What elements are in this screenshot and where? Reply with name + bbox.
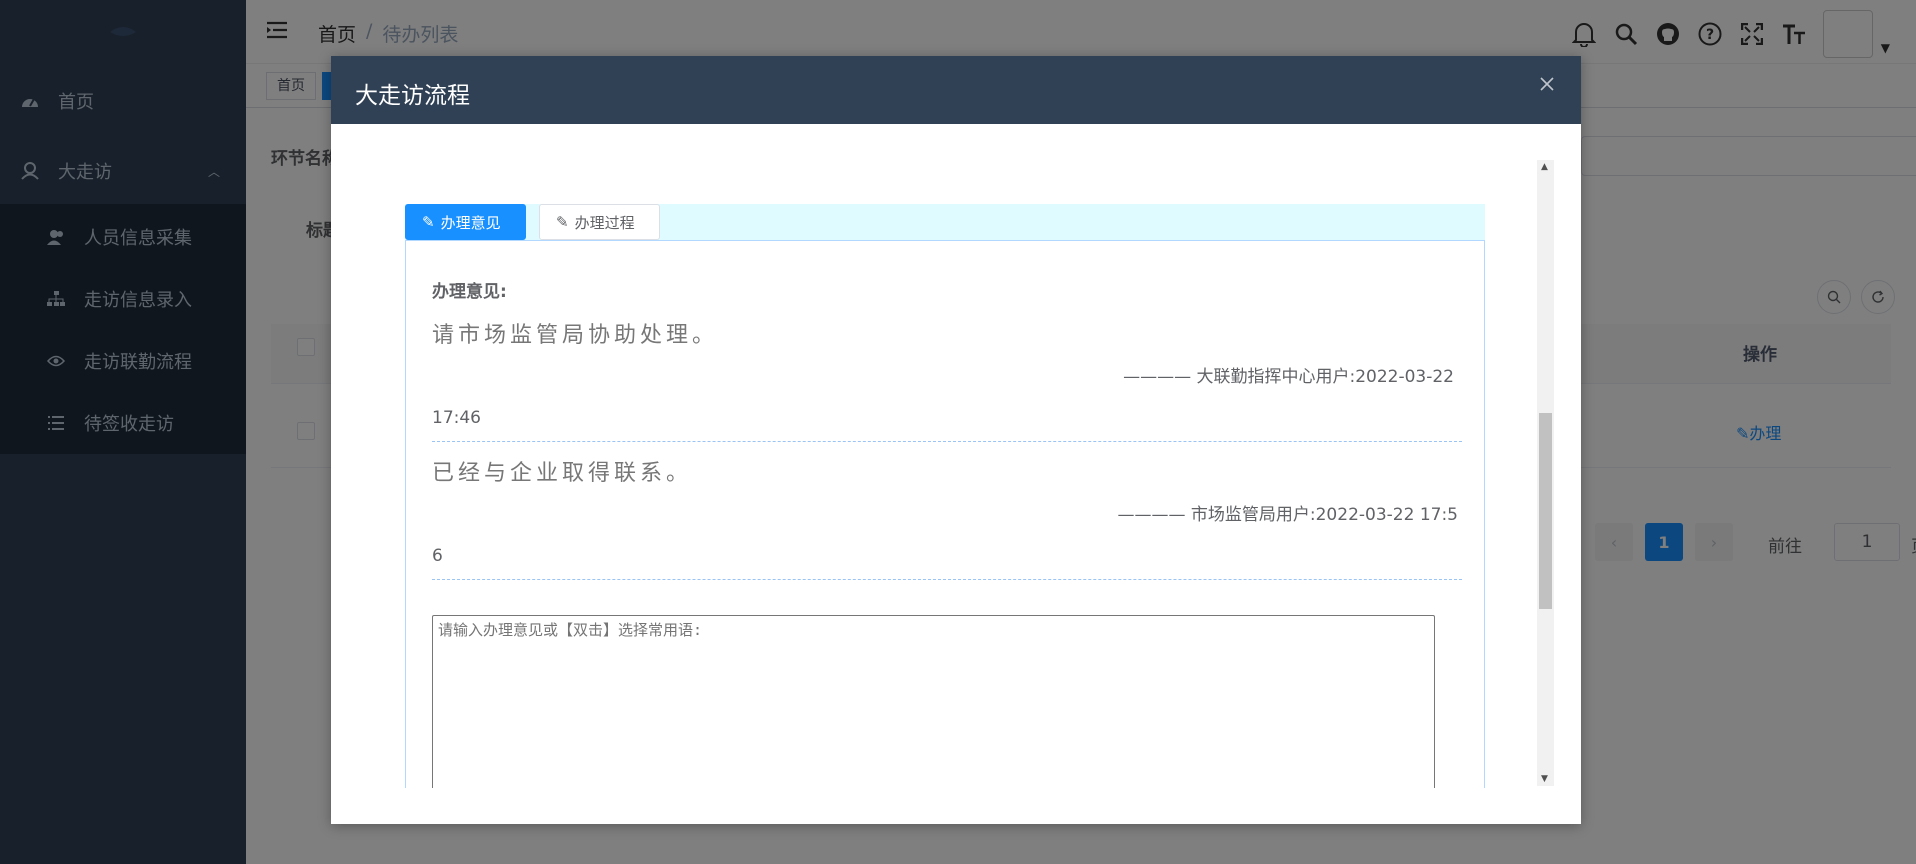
opinion-text: 已经与企业取得联系。 [432,461,693,486]
opinion-entry: 已经与企业取得联系。 ———— 市场监管局用户:2022-03-22 17:5 … [432,455,1462,580]
edit-icon: ✎ [422,213,435,231]
opinion-panel: 办理意见: 请市场监管局协助处理。 ———— 大联勤指挥中心用户:2022-03… [405,240,1485,788]
dialog-header: 大走访流程 [331,56,1581,124]
textarea-placeholder: 请输入办理意见或【双击】选择常用语: [438,621,703,639]
opinion-signature-wrap: 6 [432,546,443,566]
opinion-entry: 请市场监管局协助处理。 ———— 大联勤指挥中心用户:2022-03-22 17… [432,317,1462,442]
opinion-signature-wrap: 17:46 [432,408,481,428]
opinion-textarea[interactable]: 请输入办理意见或【双击】选择常用语: [432,615,1435,788]
tab-process[interactable]: ✎ 办理过程 [539,204,660,240]
scroll-down-icon[interactable]: ▼ [1541,774,1548,784]
tab-bar: ✎ 办理意见 ✎ 办理过程 [405,204,1485,240]
opinion-divider [432,441,1462,442]
opinion-divider [432,579,1462,580]
dialog-title: 大走访流程 [355,83,470,109]
opinion-signature: ———— 市场监管局用户:2022-03-22 17:5 [1117,505,1458,525]
tab-opinion[interactable]: ✎ 办理意见 [405,204,526,240]
tab-opinion-label: 办理意见 [440,213,501,232]
edit-icon: ✎ [556,213,569,231]
dialog-scrollbar[interactable]: ▲ ▼ [1537,160,1554,786]
scrollbar-thumb[interactable] [1539,413,1552,609]
dialog-body: ✎ 办理意见 ✎ 办理过程 办理意见: 请市场监管局协助处理。 ———— 大联勤… [331,124,1581,788]
close-icon[interactable] [1539,76,1559,96]
visit-flow-dialog: 大走访流程 ✎ 办理意见 ✎ 办理过程 办理意见: 请市场监管局协助处理。 ——… [331,56,1581,824]
tab-process-label: 办理过程 [574,213,635,232]
opinion-text: 请市场监管局协助处理。 [432,323,719,348]
opinion-signature: ———— 大联勤指挥中心用户:2022-03-22 [1123,367,1454,387]
opinion-title: 办理意见: [432,282,507,302]
scroll-up-icon[interactable]: ▲ [1541,162,1548,172]
